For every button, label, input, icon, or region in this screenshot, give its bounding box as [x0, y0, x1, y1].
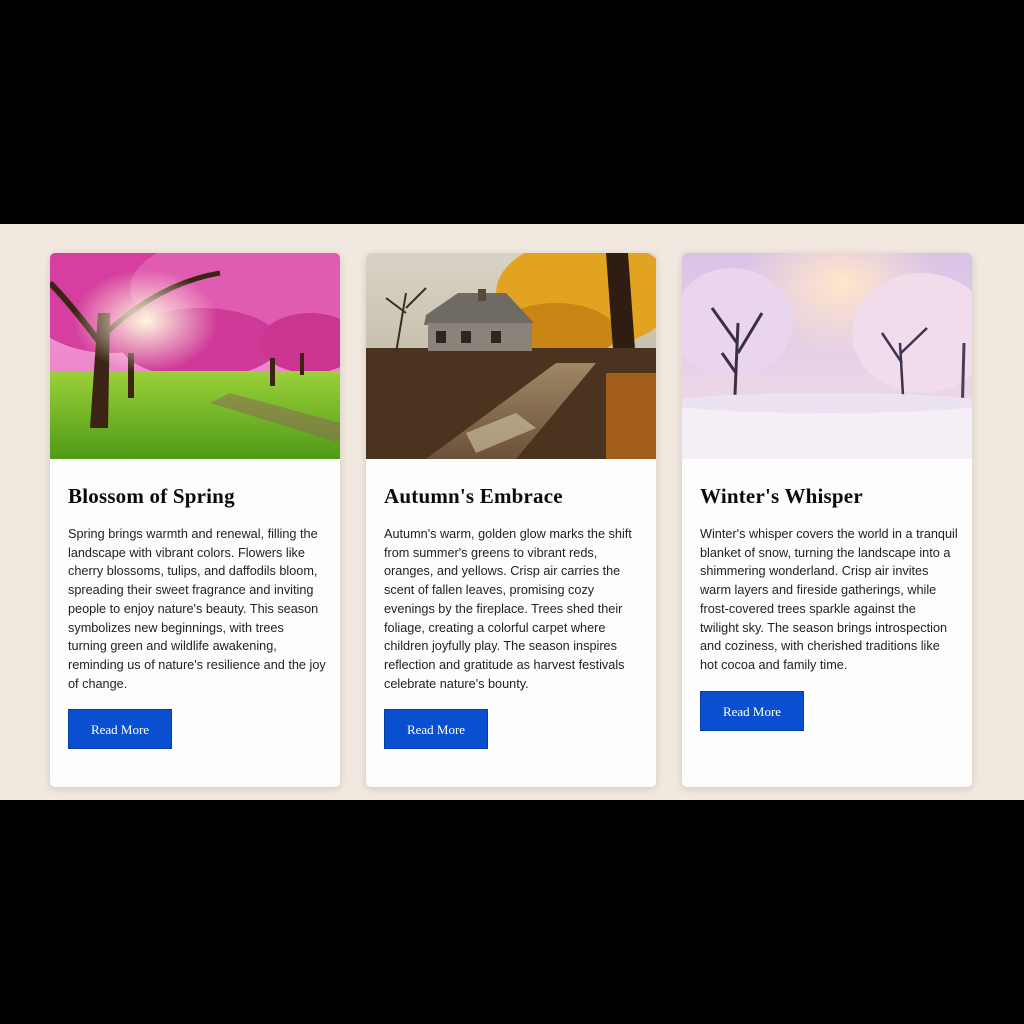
card-title: Winter's Whisper — [700, 484, 863, 508]
card-description: Spring brings warmth and renewal, fillin… — [68, 527, 326, 691]
autumn-image — [366, 253, 656, 459]
read-more-button[interactable]: Read More — [700, 690, 804, 731]
card-spring: Blossom of Spring Spring brings warmth a… — [50, 253, 340, 787]
card-description: Autumn's warm, golden glow marks the shi… — [384, 527, 632, 691]
card-title: Autumn's Embrace — [384, 484, 563, 508]
card-autumn: Autumn's Embrace Autumn's warm, golden g… — [366, 253, 656, 787]
cards-section: Blossom of Spring Spring brings warmth a… — [0, 224, 1024, 800]
winter-image — [682, 253, 972, 459]
spring-image — [50, 253, 340, 459]
card-winter: Winter's Whisper Winter's whisper covers… — [682, 253, 972, 787]
read-more-button[interactable]: Read More — [384, 709, 488, 750]
read-more-button[interactable]: Read More — [68, 709, 172, 750]
card-description: Winter's whisper covers the world in a t… — [700, 527, 958, 672]
card-title: Blossom of Spring — [68, 484, 235, 508]
